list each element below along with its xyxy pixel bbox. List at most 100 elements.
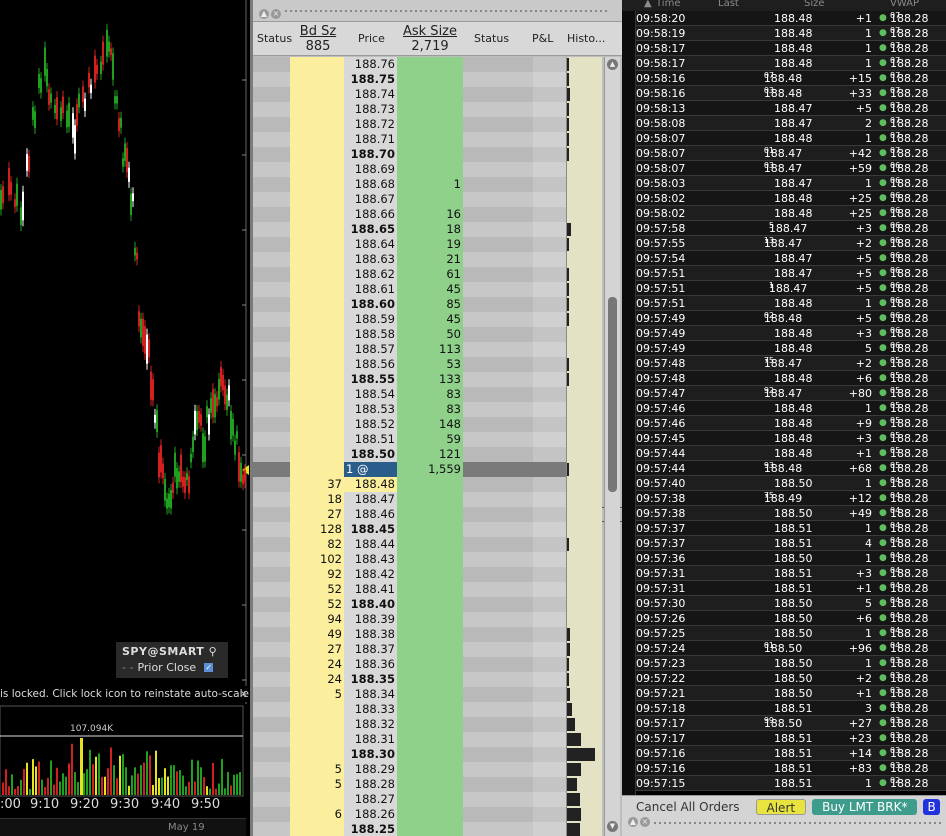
bid-size-cell[interactable]: 37 xyxy=(290,477,344,492)
bid-size-cell[interactable]: 24 xyxy=(290,657,344,672)
price-cell[interactable]: 188.68 xyxy=(344,177,397,192)
header-bid-size[interactable]: Bd Sz 885 xyxy=(293,24,343,54)
bid-size-cell[interactable]: 5 xyxy=(290,777,344,792)
bid-size-cell[interactable] xyxy=(290,267,344,282)
trade-row[interactable]: 09:57:24 188.50 01 +96 ● 188.28 04 xyxy=(636,641,946,656)
ask-size-cell[interactable] xyxy=(397,477,463,492)
alert-button[interactable]: Alert xyxy=(755,799,807,815)
price-cell[interactable]: 188.65 xyxy=(344,222,397,237)
header-ask-status[interactable]: Status xyxy=(474,32,509,45)
trade-row[interactable]: 09:57:48 188.47 75 +2 ● 188.28 05 xyxy=(636,356,946,371)
trade-row[interactable]: 09:57:51 188.47 1 +5 ● 188.28 06 xyxy=(636,281,946,296)
ladder-row[interactable]: 188.63 21 xyxy=(253,252,622,267)
bid-size-cell[interactable]: 27 xyxy=(290,507,344,522)
ask-size-cell[interactable] xyxy=(397,192,463,207)
trade-row[interactable]: 09:57:26 188.50 +6 ● 188.28 04 xyxy=(636,611,946,626)
price-cell[interactable]: 188.58 xyxy=(344,327,397,342)
price-cell[interactable]: 188.44 xyxy=(344,537,397,552)
book-title-bar[interactable]: ▲ × xyxy=(253,0,622,22)
ladder-row[interactable]: 188.54 83 xyxy=(253,387,622,402)
ask-size-cell[interactable] xyxy=(397,822,463,836)
ask-size-cell[interactable]: 85 xyxy=(397,297,463,312)
trade-row[interactable]: 09:57:44 188.48 93 +68 ● 188.28 05 xyxy=(636,461,946,476)
ladder-row[interactable]: 188.27 xyxy=(253,792,622,807)
trade-list[interactable]: 09:58:20 188.48 +1 ● 188.28 07 09:58:19 188.48 1… xyxy=(636,11,946,791)
trade-row[interactable]: 09:58:03 188.47 1 ● 188.28 06 xyxy=(636,176,946,191)
sort-up-icon[interactable]: ▲ xyxy=(644,0,652,9)
trade-row[interactable]: 09:57:51 188.48 1 ● 188.28 06 xyxy=(636,296,946,311)
ladder-row[interactable]: 52 188.40 xyxy=(253,597,622,612)
ask-size-cell[interactable]: 1,559 xyxy=(397,462,463,477)
price-cell[interactable]: 188.55 xyxy=(344,372,397,387)
trade-row[interactable]: 09:57:58 188.47 5 +3 ● 188.28 06 xyxy=(636,221,946,236)
trade-row[interactable]: 09:57:23 188.50 1 ● 188.28 03 xyxy=(636,656,946,671)
trade-row[interactable]: 09:57:30 188.50 5 ● 188.28 04 xyxy=(636,596,946,611)
bid-size-cell[interactable] xyxy=(290,462,344,477)
ladder-row[interactable]: 188.68 1 xyxy=(253,177,622,192)
price-cell[interactable]: 188.29 xyxy=(344,762,397,777)
header-vwap[interactable]: VWAP xyxy=(890,0,919,9)
price-cell[interactable]: 188.61 xyxy=(344,282,397,297)
ask-size-cell[interactable]: 45 xyxy=(397,312,463,327)
trade-row[interactable]: 09:57:25 188.50 1 ● 188.28 04 xyxy=(636,626,946,641)
ask-size-cell[interactable] xyxy=(397,582,463,597)
ladder-row[interactable]: 188.65 18 xyxy=(253,222,622,237)
ladder-row[interactable]: 82 188.44 xyxy=(253,537,622,552)
header-histogram[interactable]: Histo... xyxy=(567,32,605,45)
ladder-row[interactable]: 5 188.29 xyxy=(253,762,622,777)
bid-size-cell[interactable] xyxy=(290,342,344,357)
bid-size-cell[interactable] xyxy=(290,702,344,717)
trade-row[interactable]: 09:57:21 188.50 +1 ● 188.28 03 xyxy=(636,686,946,701)
price-cell[interactable]: 188.62 xyxy=(344,267,397,282)
trade-row[interactable]: 09:57:51 188.47 +5 ● 188.28 06 xyxy=(636,266,946,281)
price-cell[interactable]: 188.66 xyxy=(344,207,397,222)
trade-row[interactable]: 09:57:55 188.47 13 +2 ● 188.28 06 xyxy=(636,236,946,251)
trade-row[interactable]: 09:57:36 188.50 1 ● 188.28 04 xyxy=(636,551,946,566)
bid-size-cell[interactable]: 94 xyxy=(290,612,344,627)
ask-size-cell[interactable] xyxy=(397,117,463,132)
ask-size-cell[interactable]: 18 xyxy=(397,222,463,237)
ladder-row[interactable]: 188.58 50 xyxy=(253,327,622,342)
ladder-row[interactable]: 188.62 61 xyxy=(253,267,622,282)
bid-size-cell[interactable] xyxy=(290,237,344,252)
buy-limit-button[interactable]: Buy LMT BRK* xyxy=(812,799,918,815)
ask-size-cell[interactable] xyxy=(397,537,463,552)
ladder-row[interactable]: 94 188.39 xyxy=(253,612,622,627)
price-cell[interactable]: 188.76 xyxy=(344,57,397,72)
trade-row[interactable]: 09:57:31 188.51 +3 ● 188.28 04 xyxy=(636,566,946,581)
bid-size-cell[interactable] xyxy=(290,132,344,147)
price-cell[interactable]: 188.27 xyxy=(344,792,397,807)
ladder-row[interactable]: 128 188.45 xyxy=(253,522,622,537)
price-cell[interactable]: 188.25 xyxy=(344,822,397,836)
ask-size-cell[interactable] xyxy=(397,567,463,582)
bid-size-cell[interactable] xyxy=(290,252,344,267)
header-pnl[interactable]: P&L xyxy=(532,32,553,45)
trade-row[interactable]: 09:57:49 188.48 +3 ● 188.28 06 xyxy=(636,326,946,341)
trade-row[interactable]: 09:58:17 188.48 1 ● 188.28 07 xyxy=(636,41,946,56)
ladder-row[interactable]: 49 188.38 xyxy=(253,627,622,642)
price-cell[interactable]: 188.70 xyxy=(344,147,397,162)
ask-size-cell[interactable] xyxy=(397,492,463,507)
header-size[interactable]: Size xyxy=(804,0,825,9)
ask-size-cell[interactable]: 59 xyxy=(397,432,463,447)
price-cell[interactable]: 188.41 xyxy=(344,582,397,597)
trade-row[interactable]: 09:57:16 188.51 +14 ● 188.28 03 xyxy=(636,746,946,761)
bid-size-cell[interactable] xyxy=(290,207,344,222)
ladder-row[interactable]: 1 @ 18...1,559 xyxy=(253,462,622,491)
price-cell[interactable]: 188.75 xyxy=(344,72,397,87)
bid-size-cell[interactable] xyxy=(290,432,344,447)
price-cell[interactable]: 188.59 xyxy=(344,312,397,327)
price-cell[interactable]: 188.73 xyxy=(344,102,397,117)
header-ask-size[interactable]: Ask Size 2,719 xyxy=(397,24,463,54)
ask-size-cell[interactable] xyxy=(397,87,463,102)
ask-size-cell[interactable] xyxy=(397,747,463,762)
price-cell[interactable]: 188.36 xyxy=(344,657,397,672)
collapse-icon[interactable]: ▲ xyxy=(259,9,269,19)
cancel-all-orders-button[interactable]: Cancel All Orders xyxy=(626,799,750,815)
book-scrollbar[interactable]: ▲ ▼ xyxy=(604,57,620,836)
ask-size-cell[interactable] xyxy=(397,57,463,72)
price-cell[interactable]: 188.37 xyxy=(344,642,397,657)
price-cell[interactable]: 188.69 xyxy=(344,162,397,177)
ladder-row[interactable]: 188.67 xyxy=(253,192,622,207)
price-cell[interactable]: 188.71 xyxy=(344,132,397,147)
